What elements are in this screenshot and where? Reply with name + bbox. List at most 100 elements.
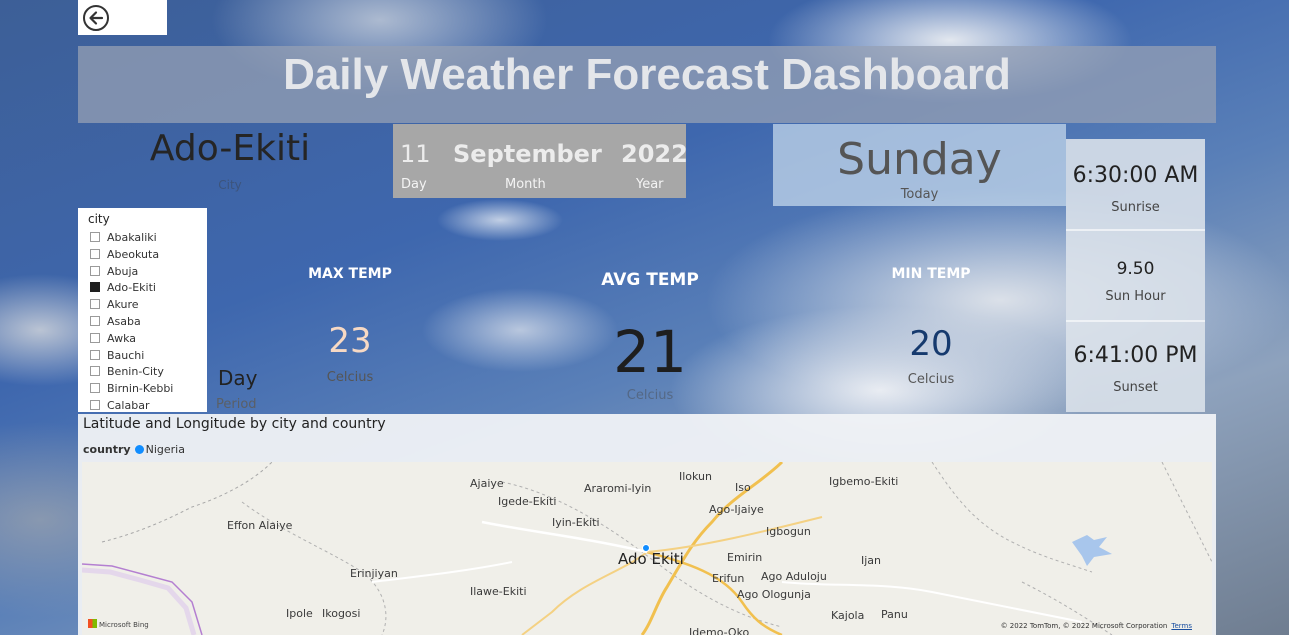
today-value: Sunday <box>837 134 1002 185</box>
map-label: Effon Alaiye <box>227 519 293 532</box>
avg-temp-unit: Celcius <box>626 388 674 403</box>
day-value: 11 <box>400 140 431 168</box>
map-label: Ijan <box>861 554 882 567</box>
min-temp-unit: Celcius <box>907 372 955 387</box>
slicer-item-label: Awka <box>107 331 136 345</box>
slicer-item-label: Birnin-Kebbi <box>107 382 174 396</box>
checkbox-icon[interactable] <box>90 316 100 326</box>
title-banner: Daily Weather Forecast Dashboard <box>78 46 1216 123</box>
max-temp-title: MAX TEMP <box>308 266 392 282</box>
checkbox-icon[interactable] <box>90 332 100 343</box>
slicer-item[interactable]: Bauchi <box>90 349 144 365</box>
map-label: Igbogun <box>766 525 811 538</box>
back-arrow-icon <box>83 5 109 31</box>
map-label: Ago-Ijaiye <box>709 503 764 516</box>
map-visual: Latitude and Longitude by city and count… <box>78 414 1216 635</box>
map-label: Ajaiye <box>470 477 504 490</box>
slicer-item-label: Abeokuta <box>107 247 160 261</box>
checkbox-icon[interactable] <box>90 248 100 259</box>
map-legend: country Nigeria <box>83 443 185 456</box>
max-temp-unit: Celcius <box>326 370 374 385</box>
map-label: Ikogosi <box>322 607 361 620</box>
slicer-item[interactable]: Abeokuta <box>90 248 159 264</box>
month-label: Month <box>505 177 546 192</box>
sunrise-value: 6:30:00 AM <box>1072 163 1199 188</box>
checkbox-icon[interactable] <box>90 232 100 242</box>
day-label: Day <box>401 177 427 192</box>
min-temp-title: MIN TEMP <box>891 266 971 282</box>
slicer-item-label: Bauchi <box>107 348 145 362</box>
avg-temp-value: 21 <box>613 318 687 386</box>
map-title: Latitude and Longitude by city and count… <box>83 416 386 432</box>
slicer-item[interactable]: Calabar <box>90 399 149 412</box>
checkbox-icon[interactable] <box>90 349 100 360</box>
checkbox-icon[interactable] <box>90 265 100 276</box>
map-label: Emirin <box>727 551 763 564</box>
map-label-selected-city: Ado Ekiti <box>618 550 684 568</box>
map-label: Panu <box>881 608 908 621</box>
checkbox-icon[interactable] <box>90 299 100 310</box>
checkbox-icon[interactable] <box>90 383 100 394</box>
map-label: Iyin-Ekiti <box>552 516 600 529</box>
checkbox-icon[interactable] <box>90 366 100 377</box>
legend-label: country <box>83 443 131 456</box>
attribution-text: © 2022 TomTom, © 2022 Microsoft Corporat… <box>1000 622 1168 630</box>
slicer-item-label: Ado-Ekiti <box>107 281 156 295</box>
map-label: Ago Ologunja <box>737 588 811 601</box>
slicer-header: city <box>88 212 110 226</box>
slicer-item-label: Asaba <box>107 315 141 328</box>
map-label: Iso <box>735 481 751 494</box>
checkbox-icon[interactable] <box>90 400 100 410</box>
slicer-item[interactable]: Abakaliki <box>90 231 157 247</box>
map-label: Ipole <box>286 607 313 620</box>
microsoft-logo-icon <box>88 619 97 628</box>
slicer-item[interactable]: Akure <box>90 298 139 314</box>
slicer-item-label: Akure <box>107 298 139 312</box>
bing-text: Microsoft Bing <box>99 621 149 629</box>
map-label: Idemo-Oko <box>689 626 750 635</box>
sun-divider <box>1066 229 1205 231</box>
today-card: Sunday Today <box>773 124 1066 206</box>
min-temp-value: 20 <box>909 324 953 364</box>
slicer-item[interactable]: Awka <box>90 332 136 348</box>
slicer-item[interactable]: Birnin-Kebbi <box>90 382 173 398</box>
month-value: September <box>453 140 602 168</box>
sunrise-label: Sunrise <box>1111 200 1160 215</box>
slicer-item-label: Abakaliki <box>107 231 157 244</box>
map-label: Ago Aduloju <box>761 570 827 583</box>
date-card: 11 Day September Month 2022 Year <box>393 124 688 198</box>
legend-item: Nigeria <box>145 443 185 456</box>
city-slicer[interactable]: city Abakaliki Abeokuta Abuja Ado-Ekiti Akur… <box>78 208 207 412</box>
terms-link[interactable]: Terms <box>1171 622 1192 630</box>
max-temp-value: 23 <box>328 321 372 361</box>
page-title: Daily Weather Forecast Dashboard <box>283 50 1011 99</box>
slicer-item-label: Calabar <box>107 399 150 412</box>
map-canvas[interactable]: Ajaiye Araromi-Iyin Ilokun Iso Igbemo-Ek… <box>82 462 1212 635</box>
sun-panel: 6:30:00 AM Sunrise 9.50 Sun Hour 6:41:00… <box>1066 139 1205 412</box>
map-label: Erinjiyan <box>350 567 398 580</box>
bing-logo: Microsoft Bing <box>88 619 149 629</box>
slicer-item[interactable]: Benin-City <box>90 365 164 381</box>
period-label: Period <box>216 397 257 412</box>
map-label: Erifun <box>712 572 745 585</box>
sunset-label: Sunset <box>1113 380 1158 395</box>
map-label: Araromi-Iyin <box>584 482 652 495</box>
slicer-item[interactable]: Asaba <box>90 315 141 331</box>
city-value: Ado-Ekiti <box>149 128 311 169</box>
slicer-item-label: Benin-City <box>107 365 164 379</box>
map-attribution: © 2022 TomTom, © 2022 Microsoft Corporat… <box>1001 622 1192 630</box>
today-label: Today <box>900 187 939 202</box>
period-value: Day <box>218 366 258 390</box>
map-label: Igede-Ekiti <box>498 495 557 508</box>
avg-temp-title: AVG TEMP <box>601 270 699 290</box>
slicer-item[interactable]: Abuja <box>90 265 138 281</box>
sun-hour-label: Sun Hour <box>1105 289 1166 304</box>
back-button[interactable] <box>78 0 167 35</box>
sun-divider <box>1066 320 1205 322</box>
legend-dot-icon <box>134 445 144 454</box>
checkbox-checked-icon[interactable] <box>90 282 100 293</box>
map-label: Kajola <box>831 609 865 622</box>
city-label: City <box>218 178 242 192</box>
map-label: Ilawe-Ekiti <box>470 585 527 598</box>
slicer-item[interactable]: Ado-Ekiti <box>90 281 156 297</box>
